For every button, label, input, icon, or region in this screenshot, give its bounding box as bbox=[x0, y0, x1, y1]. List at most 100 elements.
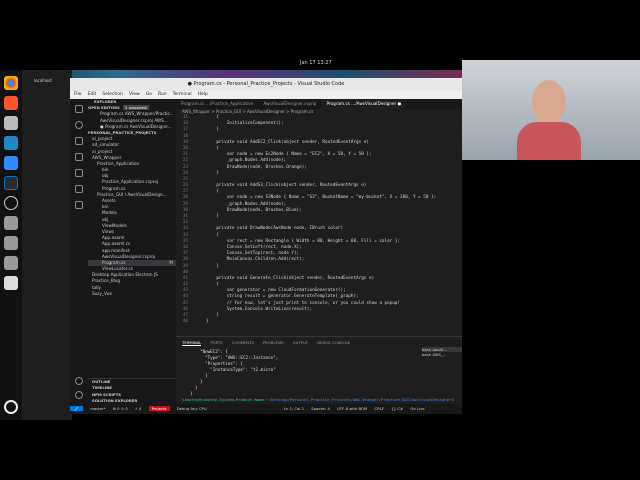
zoom-icon[interactable] bbox=[4, 156, 18, 170]
menu-bar: File Edit Selection View Go Run Terminal Help bbox=[70, 91, 462, 99]
source-control-icon[interactable] bbox=[75, 137, 83, 145]
testing-icon[interactable] bbox=[75, 185, 83, 193]
code-editor[interactable]: 15 {16 InitializeComponent(); 17 } 18 19 pr… bbox=[176, 115, 462, 330]
vscode-icon[interactable] bbox=[4, 176, 18, 190]
run-debug-icon[interactable] bbox=[75, 153, 83, 161]
terminal-instance[interactable]: bash AWS_... bbox=[422, 352, 462, 357]
show-apps-icon[interactable] bbox=[4, 400, 18, 414]
app-icon[interactable] bbox=[4, 216, 18, 230]
branch-status[interactable]: master* bbox=[90, 406, 105, 411]
unsaved-badge: 1 unsaved bbox=[122, 105, 149, 111]
extensions-icon[interactable] bbox=[75, 169, 83, 177]
person-face bbox=[532, 80, 566, 124]
search-icon[interactable] bbox=[75, 121, 83, 129]
menu-item-view[interactable]: View bbox=[129, 92, 140, 97]
language-mode[interactable]: {} C# bbox=[391, 406, 403, 411]
panel-tab-ports[interactable]: PORTS bbox=[210, 340, 222, 345]
terminal-prompt[interactable]: timothy@timothy-System-Product-Name:~/De… bbox=[182, 397, 456, 403]
menu-item-run[interactable]: Run bbox=[158, 92, 167, 97]
open-editors-label: OPEN EDITORS bbox=[88, 105, 120, 111]
file-label: Models bbox=[102, 210, 117, 216]
panel-tab-debug-console[interactable]: DEBUG CONSOLE bbox=[317, 340, 350, 345]
explorer-icon[interactable] bbox=[75, 105, 83, 113]
file-label: Program.cs bbox=[102, 259, 126, 265]
remote-indicator[interactable]: ⤢ bbox=[70, 406, 84, 411]
file-label: App.axaml bbox=[102, 235, 125, 241]
cursor-position[interactable]: Ln 1, Col 1 bbox=[284, 406, 304, 411]
encoding[interactable]: UTF-8 with BOM bbox=[337, 406, 367, 411]
file-label: ai_project bbox=[92, 148, 113, 154]
person-shirt bbox=[517, 122, 581, 160]
prompt-user: timothy@timothy-System-Product-Name bbox=[182, 397, 264, 402]
ports-status[interactable]: ⚡ 0 bbox=[135, 406, 141, 411]
menu-item-file[interactable]: File bbox=[74, 92, 82, 97]
dock bbox=[0, 70, 22, 420]
explorer-sidebar: EXPLORER OPEN EDITORS 1 unsaved Program.cs … bbox=[88, 99, 176, 404]
panel-tab-comments[interactable]: COMMENTS bbox=[232, 340, 254, 345]
file-label: Practice_Application bbox=[97, 160, 140, 166]
file-label: tally bbox=[92, 284, 102, 290]
file-label: Desktop Application Electron JS bbox=[92, 272, 158, 278]
browser-tab[interactable]: localhost bbox=[22, 70, 72, 83]
obs-icon[interactable] bbox=[4, 196, 18, 210]
code-text: private void Generate_Click(object sende… bbox=[206, 275, 375, 281]
prompt-path: :~/Desktop/Personal_Practice_Projects/AW… bbox=[263, 397, 454, 402]
menu-item-selection[interactable]: Selection bbox=[102, 92, 123, 97]
file-label: App.axaml.cs bbox=[102, 241, 131, 247]
menu-item-edit[interactable]: Edit bbox=[88, 92, 97, 97]
panel-tab-output[interactable]: OUTPUT bbox=[293, 340, 308, 345]
menu-item-go[interactable]: Go bbox=[146, 92, 152, 97]
file-label: ad_simulator bbox=[92, 142, 120, 148]
file-tree-item[interactable]: Suzy_Vue bbox=[88, 291, 176, 297]
trash-icon[interactable] bbox=[4, 276, 18, 290]
file-label: ViewLocator.cs bbox=[102, 266, 133, 272]
terminal-list: bash AwsVi... bash AWS_... bbox=[422, 347, 462, 357]
webcam-overlay bbox=[462, 60, 640, 160]
brave-icon[interactable] bbox=[4, 96, 18, 110]
terminal-output[interactable]: "NewEC2": { "Type": "AWS::EC2::Instance"… bbox=[176, 347, 462, 403]
debug-config[interactable]: Debug Any CPU bbox=[177, 406, 207, 411]
window-title: ● Program.cs - Personal_Practice_Project… bbox=[70, 78, 462, 91]
file-label: Practice_Application.csproj bbox=[102, 179, 159, 185]
chrome-icon[interactable] bbox=[4, 76, 18, 90]
line-ending[interactable]: CRLF bbox=[375, 406, 385, 411]
collapsed-sections: OUTLINE TIMELINE NPM SCRIPTS SOLUTION EXPLO… bbox=[88, 378, 176, 404]
panel-tab-problems[interactable]: PROBLEMS bbox=[263, 340, 284, 345]
app-icon[interactable] bbox=[4, 236, 18, 250]
file-label: obj bbox=[102, 216, 109, 222]
file-label: ai_project bbox=[92, 136, 113, 142]
editor-tab[interactable]: Program.cs .../AwsVisualDesigner ● bbox=[321, 99, 407, 109]
editor-tab[interactable]: Program.cs .../Practice_Application bbox=[176, 99, 258, 109]
code-line: 48} bbox=[176, 319, 462, 325]
files-icon[interactable] bbox=[4, 116, 18, 130]
project-badge[interactable]: Projects bbox=[148, 406, 170, 411]
clock[interactable]: Jan 17 13:27 bbox=[300, 60, 332, 66]
menu-item-terminal[interactable]: Terminal bbox=[173, 92, 192, 97]
status-bar: ⤢ master* ⊗ 0 ⚠ 0 ⚡ 0 Projects Debug Any… bbox=[70, 404, 462, 414]
problems-status[interactable]: ⊗ 0 ⚠ 0 bbox=[113, 406, 128, 411]
go-live-button[interactable]: Go Live bbox=[410, 406, 424, 411]
editor-tab[interactable]: AwsVisualDesigner.csproj bbox=[258, 99, 321, 109]
panel-tab-terminal[interactable]: TERMINAL bbox=[182, 340, 202, 346]
open-editor-item[interactable]: Program.cs AWS_Wrapper/Practic... bbox=[88, 111, 176, 117]
file-label: Program.cs bbox=[102, 185, 126, 191]
code-text: } bbox=[206, 319, 209, 325]
open-editor-item[interactable]: AwsVisualDesigner.csproj AWS... bbox=[88, 118, 176, 124]
menu-item-help[interactable]: Help bbox=[198, 92, 208, 97]
file-label: Suzy_Vue bbox=[92, 290, 112, 296]
file-label: AwsVisualDesigner.csproj bbox=[102, 253, 156, 259]
bottom-panel: TERMINAL PORTS COMMENTS PROBLEMS OUTPUT DEBUG… bbox=[176, 336, 462, 404]
app-icon[interactable] bbox=[4, 256, 18, 270]
writer-icon[interactable] bbox=[4, 136, 18, 150]
background-browser-window[interactable]: localhost bbox=[22, 70, 72, 420]
line-number: 48 bbox=[182, 319, 188, 325]
editor-tabs: Program.cs .../Practice_Application AwsVi… bbox=[176, 99, 462, 109]
indentation[interactable]: Spaces: 4 bbox=[311, 406, 329, 411]
panel-tabs: TERMINAL PORTS COMMENTS PROBLEMS OUTPUT DEBUG… bbox=[176, 337, 462, 347]
activity-bar bbox=[70, 99, 88, 404]
file-label: bin bbox=[102, 167, 109, 173]
remote-explorer-icon[interactable] bbox=[75, 201, 83, 209]
settings-gear-icon[interactable] bbox=[75, 391, 83, 399]
vscode-window: ● Program.cs - Personal_Practice_Project… bbox=[70, 78, 462, 414]
account-icon[interactable] bbox=[75, 377, 83, 385]
